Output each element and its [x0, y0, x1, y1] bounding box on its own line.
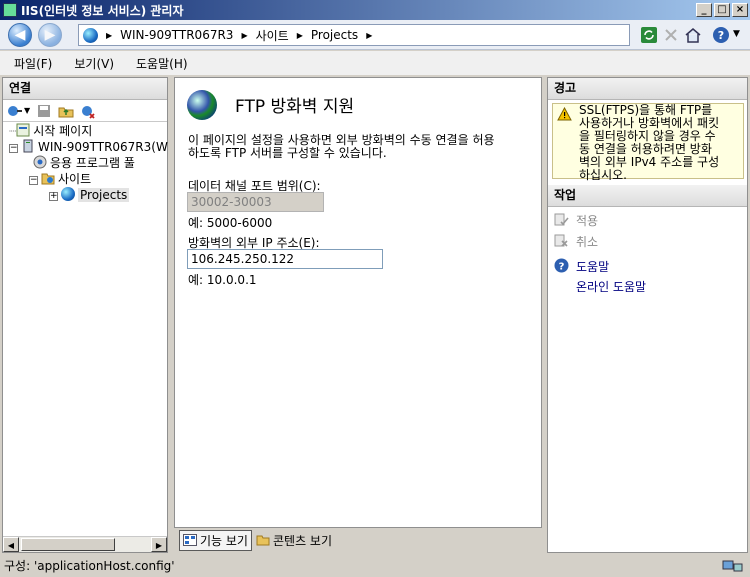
breadcrumb-separator-icon: ▶ — [241, 30, 248, 40]
status-text: 구성: 'applicationHost.config' — [4, 559, 175, 573]
globe-icon — [83, 27, 98, 43]
tab-content-view[interactable]: 콘텐츠 보기 — [256, 532, 332, 549]
breadcrumb-separator-icon: ▶ — [296, 30, 303, 40]
scrollbar-thumb[interactable] — [21, 538, 115, 551]
address-toolbar: ◀ ▶ ▶ WIN-909TTR067R3 ▶ 사이트 ▶ Projects ▶… — [0, 20, 750, 50]
chevron-down-icon[interactable]: ▼ — [733, 29, 740, 39]
expand-icon[interactable]: + — [49, 192, 58, 201]
connections-toolbar: ▼ — [3, 100, 167, 122]
tree-item-projects[interactable]: + Projects — [49, 187, 130, 203]
menu-bar: 파일(F) 보기(V) 도움말(H) — [0, 51, 750, 75]
server-icon — [23, 139, 33, 153]
help-icon: ? — [554, 258, 569, 273]
back-arrow-icon[interactable]: ◀ — [8, 23, 32, 47]
apply-action[interactable]: 적용 — [576, 212, 598, 229]
page-title: FTP 방화벽 지원 — [235, 97, 355, 117]
maximize-button[interactable]: □ — [714, 3, 730, 17]
connect-icon[interactable] — [7, 103, 23, 119]
title-bar: IIS(인터넷 정보 서비스) 관리자 _ □ × — [0, 0, 750, 20]
feature-panel: FTP 방화벽 지원 이 페이지의 설정을 사용하면 외부 방화벽의 수동 연결… — [174, 77, 542, 528]
breadcrumb-separator-icon: ▶ — [366, 30, 373, 40]
site-globe-icon — [61, 187, 75, 201]
external-ip-example: 예: 10.0.0.1 — [188, 273, 257, 287]
help-link[interactable]: 도움말 — [576, 258, 609, 275]
tree-item-server[interactable]: − WIN-909TTR067R3(W — [9, 139, 168, 155]
up-folder-icon[interactable] — [58, 103, 74, 119]
cancel-action[interactable]: 취소 — [576, 233, 598, 250]
connections-panel: 연결 ▼ ┈ 시작 페이지 − WIN-909TTR067R3(W 응용 프로그램 … — [2, 77, 168, 553]
tab-features-view[interactable]: 기능 보기 — [179, 529, 252, 551]
menu-view[interactable]: 보기(V) — [74, 55, 114, 72]
close-button[interactable]: × — [732, 3, 748, 17]
page-description: 이 페이지의 설정을 사용하면 외부 방화벽의 수동 연결을 허용 하도록 FT… — [188, 133, 495, 160]
window-title: IIS(인터넷 정보 서비스) 관리자 — [21, 3, 184, 18]
scroll-left-icon[interactable]: ◀ — [3, 537, 19, 552]
ftp-firewall-globe-icon — [187, 90, 217, 120]
menu-help[interactable]: 도움말(H) — [136, 55, 188, 72]
apply-icon — [554, 213, 569, 226]
stop-icon[interactable] — [662, 26, 680, 44]
forward-arrow-icon[interactable]: ▶ — [38, 23, 62, 47]
content-view-icon — [256, 535, 270, 546]
alert-message: SSL(FTPS)을 통해 FTP를 사용하거나 방화벽에서 패킷 을 필터링하… — [552, 103, 744, 182]
breadcrumb-separator-icon: ▶ — [106, 30, 113, 40]
connections-header: 연결 — [3, 78, 167, 100]
tree-item-start-page[interactable]: ┈ 시작 페이지 — [9, 123, 92, 139]
warning-icon — [557, 107, 572, 121]
right-panel: 경고 SSL(FTPS)을 통해 FTP를 사용하거나 방화벽에서 패킷 을 필… — [547, 77, 748, 553]
disconnect-icon[interactable] — [80, 103, 96, 119]
sites-folder-icon — [41, 173, 55, 185]
cancel-icon — [554, 234, 568, 247]
collapse-icon[interactable]: − — [9, 144, 18, 153]
help-dropdown-icon[interactable]: ? — [712, 26, 730, 44]
actions-header: 작업 — [548, 185, 747, 207]
breadcrumb-projects[interactable]: Projects — [311, 28, 358, 42]
alerts-header: 경고 — [548, 78, 747, 100]
save-icon[interactable] — [36, 103, 52, 119]
view-tabs: 기능 보기 콘텐츠 보기 — [174, 528, 542, 552]
chevron-down-icon[interactable]: ▼ — [24, 106, 30, 115]
network-status-icon — [722, 560, 743, 572]
scroll-right-icon[interactable]: ▶ — [151, 537, 167, 552]
features-view-icon — [183, 534, 197, 546]
iis-app-icon — [3, 3, 17, 17]
start-page-icon — [16, 123, 30, 137]
breadcrumb-server[interactable]: WIN-909TTR067R3 — [120, 28, 233, 42]
menu-file[interactable]: 파일(F) — [14, 55, 52, 72]
tree-item-app-pools[interactable]: 응용 프로그램 풀 — [33, 155, 135, 171]
tree-horizontal-scrollbar[interactable]: ◀ ▶ — [3, 536, 167, 552]
minimize-button[interactable]: _ — [696, 3, 712, 17]
collapse-icon[interactable]: − — [29, 176, 38, 185]
port-range-example: 예: 5000-6000 — [188, 216, 273, 230]
app-pool-icon — [33, 155, 47, 169]
port-range-input[interactable] — [187, 192, 324, 212]
status-bar: 구성: 'applicationHost.config' — [0, 556, 750, 577]
breadcrumb-sites[interactable]: 사이트 — [256, 27, 289, 44]
external-ip-input[interactable] — [187, 249, 383, 269]
home-icon[interactable] — [684, 26, 702, 44]
address-bar[interactable]: ▶ WIN-909TTR067R3 ▶ 사이트 ▶ Projects ▶ — [78, 24, 630, 46]
refresh-icon[interactable] — [640, 26, 658, 44]
svg-text:?: ? — [559, 262, 565, 273]
svg-text:?: ? — [718, 29, 724, 42]
tree-item-sites[interactable]: − 사이트 — [29, 171, 91, 187]
online-help-link[interactable]: 온라인 도움말 — [576, 278, 646, 295]
